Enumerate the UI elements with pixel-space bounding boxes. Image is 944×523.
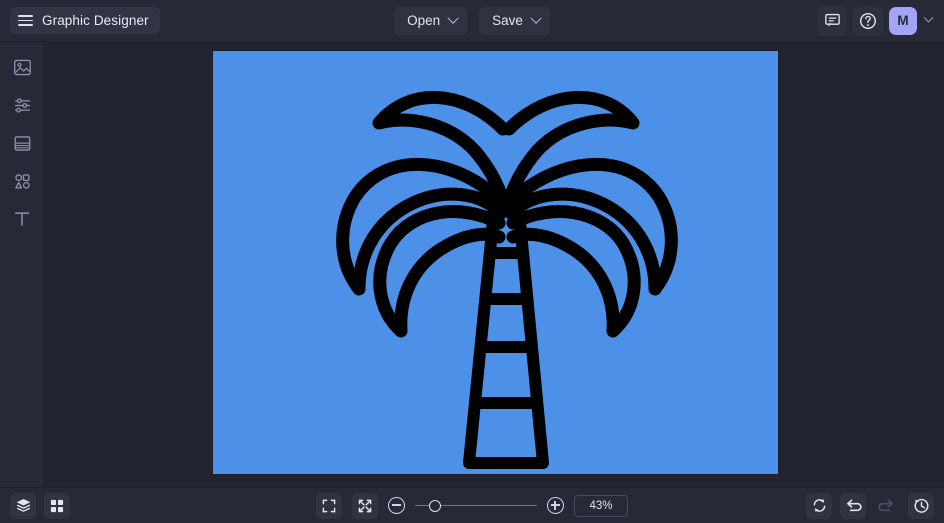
- account-controls: M: [817, 5, 936, 36]
- avatar-initial: M: [897, 13, 909, 28]
- help-button[interactable]: [853, 5, 883, 36]
- zoom-slider[interactable]: [415, 499, 537, 513]
- account-chevron-down-icon[interactable]: [923, 12, 934, 23]
- comment-icon: [824, 13, 840, 27]
- workspace: [0, 42, 944, 487]
- sidebar-item-text[interactable]: [9, 206, 35, 232]
- history-button[interactable]: [908, 492, 934, 519]
- open-button[interactable]: Open: [394, 6, 468, 35]
- avatar[interactable]: M: [889, 6, 917, 35]
- zoom-level-input[interactable]: 43%: [574, 494, 628, 517]
- zoom-out-button[interactable]: [388, 497, 405, 514]
- tool-sidebar: [0, 42, 45, 487]
- canvas-area[interactable]: [45, 42, 944, 487]
- grid-icon: [50, 499, 64, 512]
- sidebar-item-image[interactable]: [9, 54, 35, 80]
- image-icon: [13, 59, 31, 75]
- hamburger-icon[interactable]: [18, 15, 33, 26]
- palm-tree-illustration: [336, 90, 678, 469]
- shrink-view-button[interactable]: [352, 492, 378, 519]
- panel-toggles: [10, 492, 70, 519]
- redo-icon: [878, 499, 894, 511]
- grid-view-button[interactable]: [44, 492, 70, 519]
- top-toolbar: Graphic Designer Open Save M: [0, 0, 944, 42]
- layers-button[interactable]: [10, 492, 36, 519]
- refresh-button[interactable]: [806, 492, 832, 519]
- file-menus: Open Save: [394, 6, 550, 35]
- save-button[interactable]: Save: [479, 6, 550, 35]
- history-controls: [806, 492, 934, 519]
- bottom-toolbar: 43%: [0, 487, 944, 523]
- collapse-arrows-icon: [358, 499, 372, 512]
- undo-button[interactable]: [840, 492, 866, 519]
- chevron-down-icon: [530, 12, 542, 24]
- open-button-label: Open: [407, 13, 441, 28]
- sync-icon: [813, 499, 825, 512]
- sidebar-item-adjustments[interactable]: [9, 92, 35, 118]
- app-menu-button[interactable]: Graphic Designer: [10, 7, 160, 34]
- page-title: Graphic Designer: [42, 13, 149, 28]
- zoom-slider-handle[interactable]: [428, 499, 441, 512]
- undo-icon: [846, 499, 862, 511]
- zoom-in-button[interactable]: [547, 497, 564, 514]
- shapes-icon: [14, 173, 30, 189]
- frame-icon: [14, 135, 30, 151]
- fit-to-screen-icon: [322, 499, 336, 512]
- graphic-designer-window: Graphic Designer Open Save M 43%: [0, 0, 944, 523]
- sidebar-item-shapes[interactable]: [9, 168, 35, 194]
- text-icon: [15, 212, 29, 226]
- chevron-down-icon: [447, 12, 459, 24]
- comments-button[interactable]: [817, 5, 847, 36]
- redo-button[interactable]: [874, 493, 900, 519]
- sidebar-item-frame[interactable]: [9, 130, 35, 156]
- help-circle-icon: [859, 12, 877, 29]
- history-icon: [913, 498, 929, 513]
- save-button-label: Save: [492, 13, 523, 28]
- zoom-controls: 43%: [316, 492, 628, 519]
- fit-to-screen-button[interactable]: [316, 492, 342, 519]
- artboard[interactable]: [213, 51, 778, 474]
- sliders-icon: [14, 97, 30, 113]
- layers-icon: [16, 499, 30, 512]
